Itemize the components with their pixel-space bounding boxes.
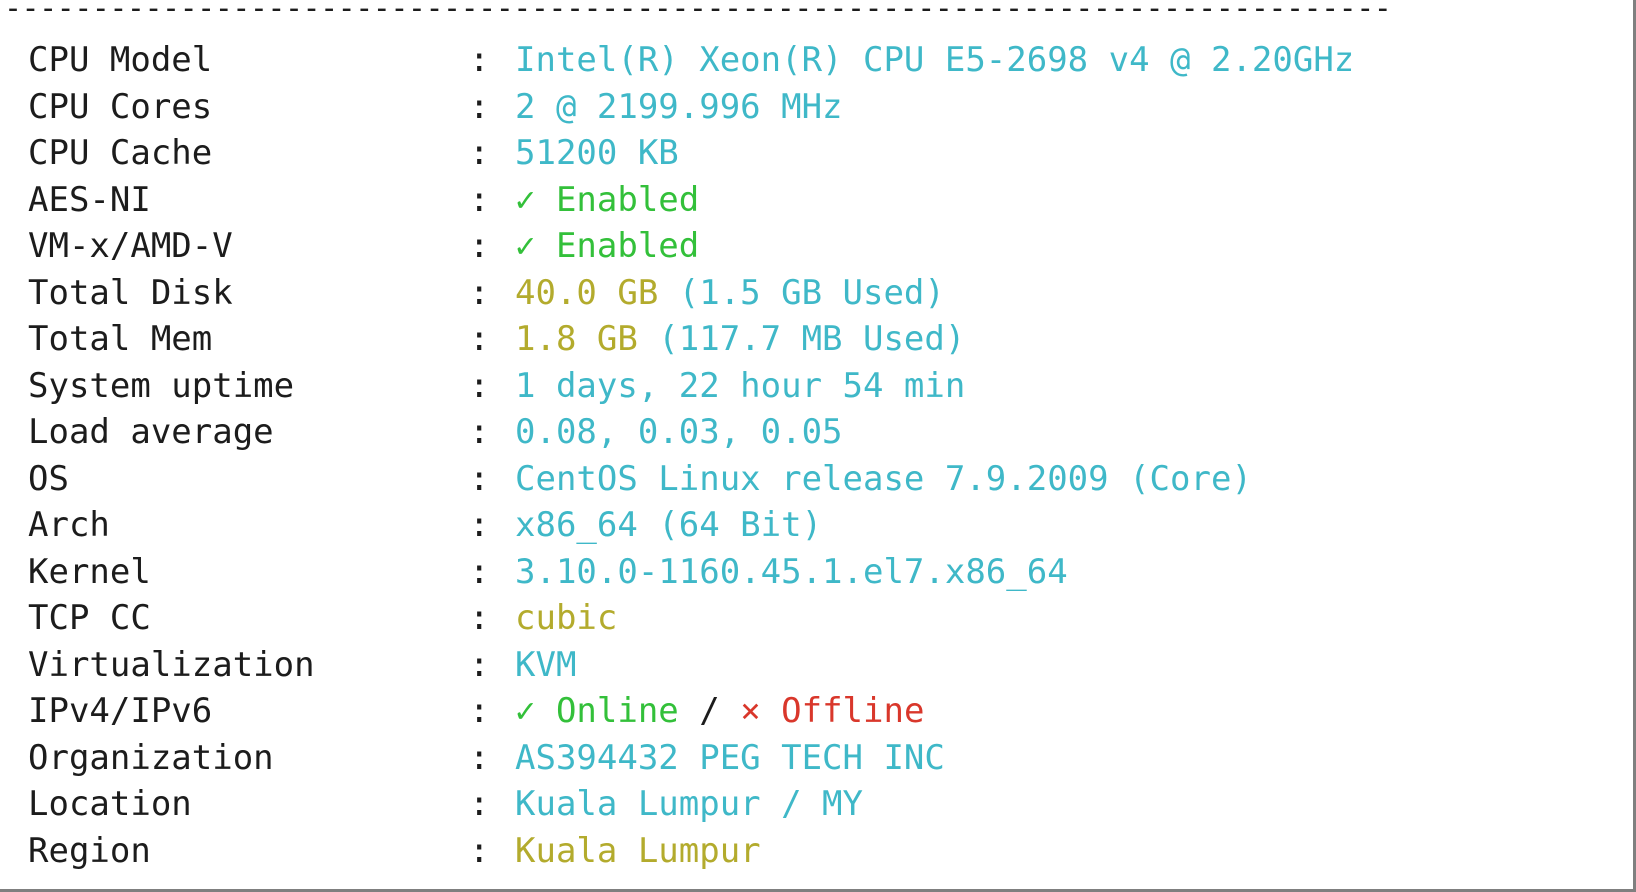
- info-value-segment: KVM: [515, 644, 577, 685]
- separator-line: ----------------------------------------…: [4, 0, 1392, 26]
- info-separator-colon: :: [469, 133, 490, 173]
- info-separator-colon: :: [469, 412, 490, 452]
- info-value: ✓ Enabled: [515, 177, 699, 224]
- info-value-segment: /: [678, 691, 741, 731]
- info-label: TCP CC: [28, 598, 151, 638]
- info-separator-colon: :: [469, 784, 490, 824]
- info-label: AES-NI: [28, 179, 151, 220]
- info-value-segment: ✓ Enabled: [515, 179, 700, 220]
- info-separator-colon: :: [469, 319, 490, 359]
- info-label: Location: [28, 784, 192, 824]
- info-value-segment: Intel(R) Xeon(R) CPU E5-2698 v4 @ 2.20GH…: [515, 40, 1355, 80]
- info-value: cubic: [515, 595, 617, 642]
- info-separator-colon: :: [469, 691, 490, 731]
- info-separator-colon: :: [469, 737, 490, 778]
- info-label: Arch: [28, 505, 110, 545]
- info-label: Virtualization: [28, 644, 315, 685]
- info-value-segment: (117.7 MB Used): [658, 319, 966, 359]
- info-value-segment: AS394432 PEG TECH INC: [515, 737, 945, 778]
- info-value-segment: CentOS Linux release 7.9.2009 (Core): [515, 458, 1252, 499]
- info-separator-colon: :: [469, 458, 490, 499]
- info-value: 1.8 GB (117.7 MB Used): [515, 316, 965, 363]
- info-value-segment: 40.0 GB: [515, 272, 679, 313]
- info-label: OS: [28, 458, 69, 499]
- info-value-segment: (1.5 GB Used): [678, 272, 945, 313]
- info-separator-colon: :: [469, 505, 490, 545]
- info-value-segment: Kuala Lumpur: [515, 830, 761, 871]
- info-separator-colon: :: [469, 272, 490, 313]
- info-separator-colon: :: [469, 226, 490, 266]
- info-value-segment: 1 days, 22 hour 54 min: [515, 365, 966, 406]
- info-value: ✓ Enabled: [515, 223, 699, 270]
- info-value: 3.10.0-1160.45.1.el7.x86_64: [515, 549, 1068, 596]
- terminal-output: ----------------------------------------…: [0, 0, 1636, 892]
- info-value: 0.08, 0.03, 0.05: [515, 409, 843, 456]
- info-value: Kuala Lumpur / MY: [515, 781, 863, 828]
- info-separator-colon: :: [469, 644, 490, 685]
- info-value-segment: 2 @ 2199.996 MHz: [515, 86, 843, 127]
- info-separator-colon: :: [469, 86, 490, 127]
- info-label: VM-x/AMD-V: [28, 226, 233, 266]
- info-value-segment: ✓ Online: [515, 691, 679, 731]
- info-value: x86_64 (64 Bit): [515, 502, 822, 549]
- info-value-segment: ✓ Enabled: [515, 226, 700, 266]
- info-separator-colon: :: [469, 551, 490, 592]
- info-label: Total Mem: [28, 319, 213, 359]
- info-value: Intel(R) Xeon(R) CPU E5-2698 v4 @ 2.20GH…: [515, 37, 1354, 84]
- info-label: Region: [28, 830, 151, 871]
- info-value: CentOS Linux release 7.9.2009 (Core): [515, 456, 1252, 503]
- info-separator-colon: :: [469, 179, 490, 220]
- info-label: Kernel: [28, 551, 151, 592]
- info-value-segment: 1.8 GB: [515, 319, 659, 359]
- info-value: Kuala Lumpur: [515, 828, 761, 875]
- info-label: Load average: [28, 412, 274, 452]
- info-value-segment: cubic: [515, 598, 618, 638]
- info-label: CPU Cores: [28, 86, 213, 127]
- info-value-segment: × Offline: [740, 691, 925, 731]
- info-separator-colon: :: [469, 40, 490, 80]
- info-value: 1 days, 22 hour 54 min: [515, 363, 965, 410]
- info-value-segment: x86_64 (64 Bit): [515, 505, 823, 545]
- info-label: IPv4/IPv6: [28, 691, 213, 731]
- info-value-segment: 0.08, 0.03, 0.05: [515, 412, 843, 452]
- info-value: 2 @ 2199.996 MHz: [515, 84, 843, 131]
- info-value: 40.0 GB (1.5 GB Used): [515, 270, 945, 317]
- info-separator-colon: :: [469, 598, 490, 638]
- info-value: KVM: [515, 642, 576, 689]
- info-value-segment: Kuala Lumpur / MY: [515, 784, 863, 824]
- info-value-segment: 51200 KB: [515, 133, 679, 173]
- info-label: CPU Cache: [28, 133, 213, 173]
- info-value: ✓ Online / × Offline: [515, 688, 924, 735]
- info-separator-colon: :: [469, 830, 490, 871]
- info-label: Organization: [28, 737, 274, 778]
- info-value: 51200 KB: [515, 130, 679, 177]
- info-value: AS394432 PEG TECH INC: [515, 735, 945, 782]
- info-label: Total Disk: [28, 272, 233, 313]
- info-label: CPU Model: [28, 40, 213, 80]
- info-value-segment: 3.10.0-1160.45.1.el7.x86_64: [515, 551, 1068, 592]
- info-label: System uptime: [28, 365, 295, 406]
- info-separator-colon: :: [469, 365, 490, 406]
